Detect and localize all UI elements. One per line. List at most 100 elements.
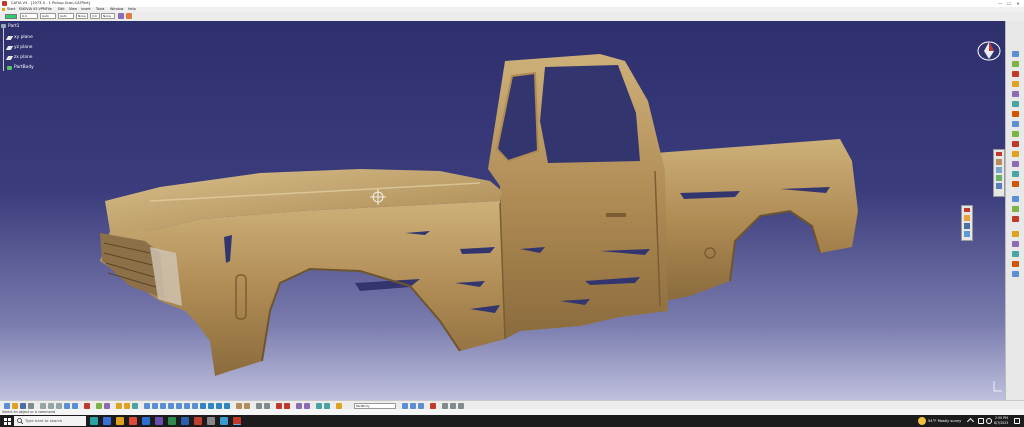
line-icon[interactable] <box>964 223 970 229</box>
zoom-in-icon[interactable] <box>176 402 182 409</box>
update-icon[interactable] <box>96 402 102 409</box>
excel-icon[interactable] <box>168 417 176 425</box>
shaft-icon[interactable] <box>1012 81 1019 87</box>
work-object-icon[interactable] <box>336 402 342 409</box>
axis-system-icon[interactable] <box>316 402 322 409</box>
fly-mode-icon[interactable] <box>144 402 150 409</box>
print-icon[interactable] <box>28 402 34 409</box>
split-icon[interactable] <box>1012 196 1019 202</box>
properties-icon[interactable] <box>126 13 132 19</box>
thickness-icon[interactable] <box>1012 161 1019 167</box>
rotate-icon[interactable] <box>168 402 174 409</box>
shell-icon[interactable] <box>1012 151 1019 157</box>
fillet-icon[interactable] <box>1012 121 1019 127</box>
file-explorer-icon[interactable] <box>116 417 124 425</box>
boolean-icon[interactable] <box>1012 231 1019 237</box>
clock-time[interactable]: 2:50 PM <box>995 416 1008 420</box>
apply-material-icon[interactable] <box>430 402 436 409</box>
3d-viewport[interactable]: Part1 xy plane yz plane zx plane PartBod… <box>0 21 1005 400</box>
undo-icon[interactable] <box>64 402 70 409</box>
measure-between-icon[interactable] <box>276 402 282 409</box>
thick-surface-icon[interactable] <box>1012 206 1019 212</box>
weather-text[interactable]: 54°F Mostly sunny <box>928 415 961 427</box>
hole-icon[interactable] <box>1012 101 1019 107</box>
pad-toolbar-icon[interactable] <box>116 402 122 409</box>
grid-icon[interactable] <box>324 402 330 409</box>
new-icon[interactable] <box>4 402 10 409</box>
close-button[interactable]: ✕ <box>1014 0 1022 7</box>
line-thickness-select[interactable]: Auto <box>40 13 56 19</box>
linetype-select[interactable]: Auto <box>58 13 74 19</box>
point-symbol-select[interactable]: None <box>76 13 88 19</box>
close-surface-icon[interactable] <box>1012 216 1019 222</box>
groove-icon[interactable] <box>1012 91 1019 97</box>
toolbar-close-icon[interactable] <box>964 208 970 212</box>
plane-tool-icon[interactable] <box>964 231 970 237</box>
toolbar-close-icon[interactable] <box>996 152 1002 156</box>
chrome-icon[interactable] <box>129 417 137 425</box>
sketcher-icon[interactable] <box>132 402 138 409</box>
mesh-icon[interactable] <box>996 167 1002 173</box>
notification-icon[interactable] <box>1014 418 1020 424</box>
color-swatch[interactable] <box>5 13 17 19</box>
publication-icon[interactable] <box>304 402 310 409</box>
shading-icon[interactable] <box>236 402 242 409</box>
rule-icon[interactable] <box>458 402 464 409</box>
insert-geometrical-set-icon[interactable] <box>410 402 416 409</box>
mirror-icon[interactable] <box>1012 171 1019 177</box>
constraint-icon[interactable] <box>104 402 110 409</box>
fit-all-icon[interactable] <box>152 402 158 409</box>
pickup-truck-model[interactable] <box>0 21 1005 400</box>
transparency-select[interactable]: 0.0 <box>20 13 38 19</box>
save-icon[interactable] <box>20 402 26 409</box>
right-view-icon[interactable] <box>224 402 230 409</box>
current-body-select[interactable]: PartBody <box>354 402 396 409</box>
draft-icon[interactable] <box>1012 141 1019 147</box>
sketch-icon[interactable] <box>1012 51 1019 57</box>
layer-select[interactable]: None <box>101 13 115 19</box>
assemble-icon[interactable] <box>1012 241 1019 247</box>
hide-show-icon[interactable] <box>256 402 262 409</box>
volume-icon[interactable] <box>986 418 992 424</box>
word-icon[interactable] <box>181 417 189 425</box>
pocket-icon[interactable] <box>1012 71 1019 77</box>
outlook-icon[interactable] <box>142 417 150 425</box>
settings-icon[interactable] <box>207 417 215 425</box>
shading-edges-icon[interactable] <box>244 402 250 409</box>
insert-body-icon[interactable] <box>402 402 408 409</box>
cut-icon[interactable] <box>40 402 46 409</box>
tray-chevron-icon[interactable] <box>966 417 975 426</box>
catia-taskbar-icon[interactable] <box>233 417 241 425</box>
paste-icon[interactable] <box>56 402 62 409</box>
zoom-out-icon[interactable] <box>184 402 190 409</box>
catalog-icon[interactable] <box>296 402 302 409</box>
taskbar-search-box[interactable]: Type here to search <box>14 416 86 426</box>
task-view-icon[interactable] <box>90 417 98 425</box>
sweep-icon[interactable] <box>996 183 1002 189</box>
top-view-icon[interactable] <box>216 402 222 409</box>
measure-item-icon[interactable] <box>284 402 290 409</box>
layer-value-select[interactable]: 0.0 <box>90 13 100 19</box>
whats-this-icon[interactable] <box>84 402 90 409</box>
minimize-button[interactable]: — <box>996 0 1004 7</box>
clock-date[interactable]: 8/7/2023 <box>994 421 1008 425</box>
format-painter-icon[interactable] <box>118 13 124 19</box>
offset-icon[interactable] <box>996 175 1002 181</box>
chamfer-icon[interactable] <box>1012 131 1019 137</box>
network-icon[interactable] <box>978 418 984 424</box>
rib-icon[interactable] <box>1012 111 1019 117</box>
analysis-icon[interactable] <box>1012 261 1019 267</box>
teams-icon[interactable] <box>155 417 163 425</box>
powerpoint-icon[interactable] <box>194 417 202 425</box>
point-icon[interactable] <box>964 215 970 221</box>
insert-ordered-set-icon[interactable] <box>418 402 424 409</box>
material-icon[interactable] <box>1012 271 1019 277</box>
front-view-icon[interactable] <box>208 402 214 409</box>
copy-icon[interactable] <box>48 402 54 409</box>
pan-icon[interactable] <box>160 402 166 409</box>
knowledge-icon[interactable] <box>442 402 448 409</box>
swap-visible-icon[interactable] <box>264 402 270 409</box>
measure-icon[interactable] <box>1012 251 1019 257</box>
normal-view-icon[interactable] <box>192 402 198 409</box>
onenote-icon[interactable] <box>220 417 228 425</box>
